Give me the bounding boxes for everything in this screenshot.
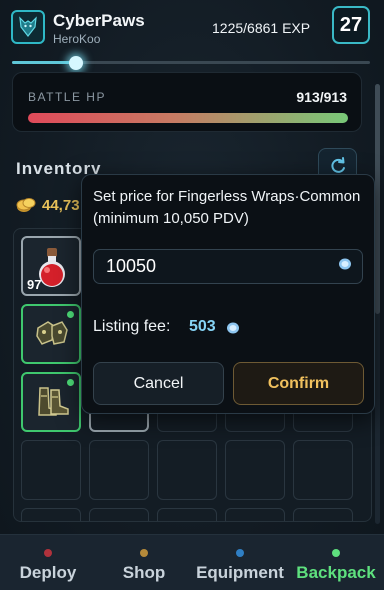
nav-item-label: Equipment [196, 563, 284, 582]
inventory-slot-empty[interactable] [89, 508, 149, 521]
confirm-button[interactable]: Confirm [233, 362, 364, 405]
new-item-indicator [67, 311, 74, 318]
price-input[interactable] [93, 249, 363, 284]
dialog-title: Set price for Fingerless Wraps·Common (m… [93, 188, 361, 227]
nav-indicator-dot [332, 549, 340, 557]
nav-item-label: Deploy [19, 563, 77, 582]
wolf-emblem-icon [19, 16, 37, 37]
battle-hp-value: 913/913 [296, 89, 347, 105]
inventory-slot-empty[interactable] [157, 440, 217, 500]
nav-item-label: Backpack [296, 563, 376, 582]
cancel-button[interactable]: Cancel [93, 362, 224, 405]
inventory-slot-empty[interactable] [293, 440, 353, 500]
inventory-slot-empty[interactable] [89, 440, 149, 500]
page-scrollbar-thumb[interactable] [375, 84, 380, 314]
level-badge: 27 [332, 6, 370, 44]
inventory-slot-empty[interactable] [225, 440, 285, 500]
boots-icon [38, 387, 69, 416]
nav-item-deploy[interactable]: Deploy [14, 535, 82, 590]
exp-readout: 1225/6861 EXP [212, 20, 311, 36]
avatar[interactable] [11, 10, 45, 44]
inventory-slot-empty[interactable] [21, 508, 81, 521]
nav-indicator-dot [140, 549, 148, 557]
player-username: HeroKoo [53, 32, 101, 46]
listing-fee-value: 503 [189, 318, 216, 335]
bottom-nav: Deploy Shop Equipment Backpack [0, 534, 384, 590]
header: CyberPaws HeroKoo 1225/6861 EXP 27 [0, 0, 384, 56]
gem-currency-icon [227, 322, 239, 334]
nav-item-shop[interactable]: Shop [112, 535, 176, 590]
battle-hp-card: BATTLE HP 913/913 [12, 72, 362, 132]
exp-progress-fill [12, 61, 77, 64]
fingerless-wraps-icon [36, 321, 68, 345]
nav-indicator-dot [236, 549, 244, 557]
nav-item-backpack[interactable]: Backpack [293, 535, 379, 590]
player-name: CyberPaws [53, 11, 145, 30]
inventory-slot-empty[interactable] [21, 440, 81, 500]
item-quantity: 97 [27, 277, 42, 292]
nav-item-equipment[interactable]: Equipment [191, 535, 289, 590]
coin-balance: 44,73 [16, 196, 80, 214]
battle-hp-bar [28, 113, 348, 123]
battle-hp-label: BATTLE HP [28, 90, 106, 104]
listing-fee-label: Listing fee: [93, 318, 171, 335]
page-scrollbar[interactable] [375, 84, 380, 524]
inventory-slot-boots[interactable] [21, 372, 81, 432]
refresh-icon [330, 157, 345, 173]
nav-indicator-dot [44, 549, 52, 557]
inventory-slot-empty[interactable] [225, 508, 285, 521]
coin-stack-icon [16, 198, 36, 212]
app-screen: CyberPaws HeroKoo 1225/6861 EXP 27 BATTL… [0, 0, 384, 590]
nav-item-label: Shop [122, 563, 166, 582]
coin-amount: 44,73 [42, 196, 80, 214]
inventory-slot-fingerless-wraps[interactable] [21, 304, 81, 364]
inventory-slot-empty[interactable] [157, 508, 217, 521]
gem-currency-icon [339, 258, 351, 270]
inventory-slot-empty[interactable] [293, 508, 353, 521]
new-item-indicator [67, 379, 74, 386]
inventory-slot-potion[interactable]: 97 [21, 236, 81, 296]
set-price-dialog: Set price for Fingerless Wraps·Common (m… [81, 174, 375, 414]
exp-progress-bar [12, 56, 370, 70]
exp-progress-knob [69, 56, 84, 70]
